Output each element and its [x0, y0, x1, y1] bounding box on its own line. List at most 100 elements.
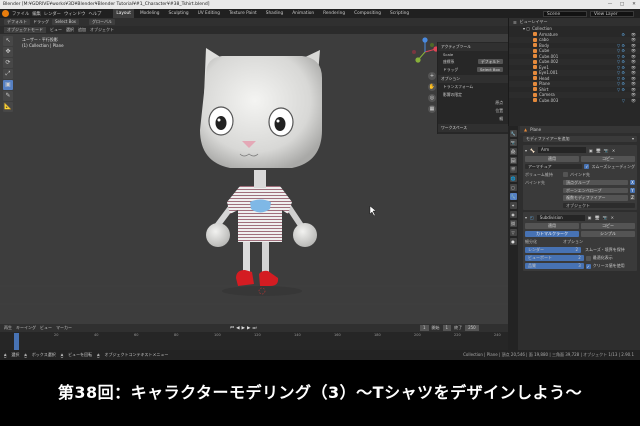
smooth-shading-checkbox[interactable]: ✓	[584, 164, 590, 169]
collapse-icon-2[interactable]: ▾	[525, 215, 527, 220]
viewport-toggle-icon-2[interactable]: 🖥	[595, 215, 600, 220]
jump-end-icon[interactable]: ⏭	[252, 325, 256, 331]
scene-tab-icon[interactable]: 🎬	[509, 166, 517, 173]
timeline-menu-keying[interactable]: キーイング	[16, 325, 36, 331]
workspace-tab-sculpting[interactable]: Sculpting	[166, 9, 192, 18]
rotate-tool-icon[interactable]: ⟳	[3, 58, 13, 68]
play-icon[interactable]: ▶	[242, 326, 245, 331]
remove-modifier-icon-2[interactable]: ✕	[611, 215, 614, 220]
maximize-button[interactable]: □	[616, 0, 628, 9]
render-toggle-icon[interactable]: 📷	[604, 148, 609, 153]
gizmo-y-icon[interactable]	[415, 57, 421, 63]
close-button[interactable]: ✕	[628, 0, 640, 9]
menu-render[interactable]: レンダー	[44, 11, 61, 17]
vg-x-checkbox[interactable]: X	[630, 180, 635, 185]
options-header[interactable]: オプション	[438, 75, 508, 83]
playhead[interactable]	[14, 333, 19, 350]
timeline-menu-view[interactable]: ビュー	[40, 325, 52, 331]
vg-y-checkbox[interactable]: Y	[630, 187, 635, 193]
blender-logo-icon[interactable]	[2, 10, 9, 17]
copy-armature-button[interactable]: コピー	[581, 155, 635, 162]
menu-window[interactable]: ウィンドウ	[64, 11, 85, 17]
physics-tab-icon[interactable]: ◉	[509, 211, 517, 218]
menu-view[interactable]: ビュー	[50, 27, 62, 33]
viewport-levels-field[interactable]: ビューポート 2	[525, 255, 584, 261]
optimal-display-checkbox[interactable]	[585, 255, 591, 261]
tool-tab-icon[interactable]: 🔧	[509, 130, 517, 137]
end-frame-field[interactable]: 250	[465, 325, 479, 331]
next-key-icon[interactable]: ▶	[247, 326, 250, 331]
menu-help[interactable]: ヘルプ	[88, 11, 101, 17]
menu-object[interactable]: オブジェクト	[90, 27, 114, 33]
workspace-tab-modeling[interactable]: Modeling	[137, 9, 163, 18]
workspace-tab-uv-editing[interactable]: UV Editing	[195, 9, 223, 18]
subdivision-modifier-name[interactable]: Subdivision	[536, 214, 585, 221]
prev-key-icon[interactable]: ◀	[236, 326, 239, 331]
select-box-dropdown[interactable]: Select Box	[52, 19, 80, 25]
object-tab-icon[interactable]: ▢	[509, 184, 517, 191]
pan-icon[interactable]: ✋	[428, 83, 436, 91]
menu-edit[interactable]: 編集	[32, 11, 41, 17]
edit-mode-toggle-icon-2[interactable]: ▣	[588, 215, 592, 220]
orientation-field[interactable]: デフォルト	[478, 59, 503, 64]
simple-button[interactable]: シンプル	[581, 231, 635, 237]
workspace-tab-layout[interactable]: Layout	[113, 9, 134, 18]
mode-dropdown[interactable]: オブジェクトモード	[4, 27, 46, 33]
timeline-menu-marker[interactable]: マーカー	[56, 325, 72, 331]
vg-z-checkbox[interactable]: Z	[630, 195, 635, 201]
workspace-tab-compositing[interactable]: Compositing	[351, 9, 384, 18]
select-tool-icon[interactable]: ↖	[3, 36, 13, 46]
menu-file[interactable]: ファイル	[12, 11, 29, 17]
quality-field[interactable]: 品質 3	[525, 263, 584, 269]
navigation-gizmo[interactable]	[410, 37, 440, 67]
origins-checkbox-label[interactable]: 原点	[495, 100, 503, 106]
scale-tool-icon[interactable]: ⤢	[3, 69, 13, 79]
transform-orientation-dropdown[interactable]: グローバル	[89, 19, 116, 25]
orientation-dropdown[interactable]: デフォルト	[4, 19, 30, 25]
start-frame-field[interactable]: 1	[442, 325, 452, 331]
transform-tool-icon[interactable]: ▣	[3, 80, 13, 90]
modifier-tab-icon[interactable]: 🔧	[509, 193, 517, 200]
output-tab-icon[interactable]: 🖨	[509, 148, 517, 155]
minimize-button[interactable]: —	[604, 0, 616, 9]
transform-subheader[interactable]: トランスフォーム	[443, 84, 473, 90]
copy-subdivision-button[interactable]: コピー	[581, 223, 635, 229]
move-tool-icon[interactable]: ✥	[3, 47, 13, 57]
drag-field[interactable]: Select Box	[477, 67, 503, 72]
zoom-icon[interactable]: +	[428, 72, 436, 80]
bone-envelope-button[interactable]: ボーンエンベロープ	[563, 187, 628, 193]
outliner-item[interactable]: Cube.003 ▽ 👁	[509, 98, 640, 104]
vertex-groups-button[interactable]: 頂点グループ	[563, 179, 628, 186]
edit-mode-toggle-icon[interactable]: ▣	[589, 148, 593, 153]
material-tab-icon[interactable]: ●	[509, 238, 517, 245]
perspective-toggle-icon[interactable]: ▦	[428, 105, 436, 113]
locations-checkbox-label[interactable]: 位置	[495, 108, 503, 114]
viewport-toggle-icon[interactable]: 🖥	[596, 148, 601, 153]
smooth-uv-label[interactable]: スムーズ・境界を保持	[583, 247, 635, 253]
workspace-tab-texture-paint[interactable]: Texture Paint	[226, 9, 260, 18]
workspace-tab-animation[interactable]: Animation	[289, 9, 317, 18]
use-crease-checkbox[interactable]: ✓	[585, 263, 591, 269]
workspace-tab-scripting[interactable]: Scripting	[387, 9, 412, 18]
annotate-tool-icon[interactable]: ✎	[3, 91, 13, 101]
view-layer-tab-icon[interactable]: 🖼	[509, 157, 517, 164]
camera-view-icon[interactable]: ◎	[428, 94, 436, 102]
gizmo-z-icon[interactable]	[422, 37, 428, 43]
workspace-header[interactable]: ワークスペース	[438, 124, 508, 132]
workspace-tab-rendering[interactable]: Rendering	[320, 9, 348, 18]
jump-start-icon[interactable]: ⏮	[230, 325, 234, 331]
preserve-volume-checkbox[interactable]	[563, 172, 568, 177]
menu-select[interactable]: 選択	[66, 27, 74, 33]
visibility-eye-icon[interactable]: 👁	[631, 98, 640, 104]
active-tool-header[interactable]: アクティブツール	[438, 43, 508, 51]
current-frame-field[interactable]: 1	[420, 325, 429, 331]
parents-checkbox-label[interactable]: 親	[499, 116, 503, 122]
apply-armature-button[interactable]: 適用	[525, 155, 579, 162]
remove-modifier-icon[interactable]: ✕	[612, 148, 615, 153]
add-modifier-dropdown[interactable]: モディファイアーを追加 ▾	[523, 136, 637, 142]
timeline-menu-playback[interactable]: 再生	[4, 325, 12, 331]
render-levels-field[interactable]: レンダー 2	[525, 247, 581, 253]
data-tab-icon[interactable]: ▽	[509, 229, 517, 236]
measure-tool-icon[interactable]: 📐	[3, 102, 13, 112]
outliner-filter-icon[interactable]: ☰	[513, 20, 517, 25]
